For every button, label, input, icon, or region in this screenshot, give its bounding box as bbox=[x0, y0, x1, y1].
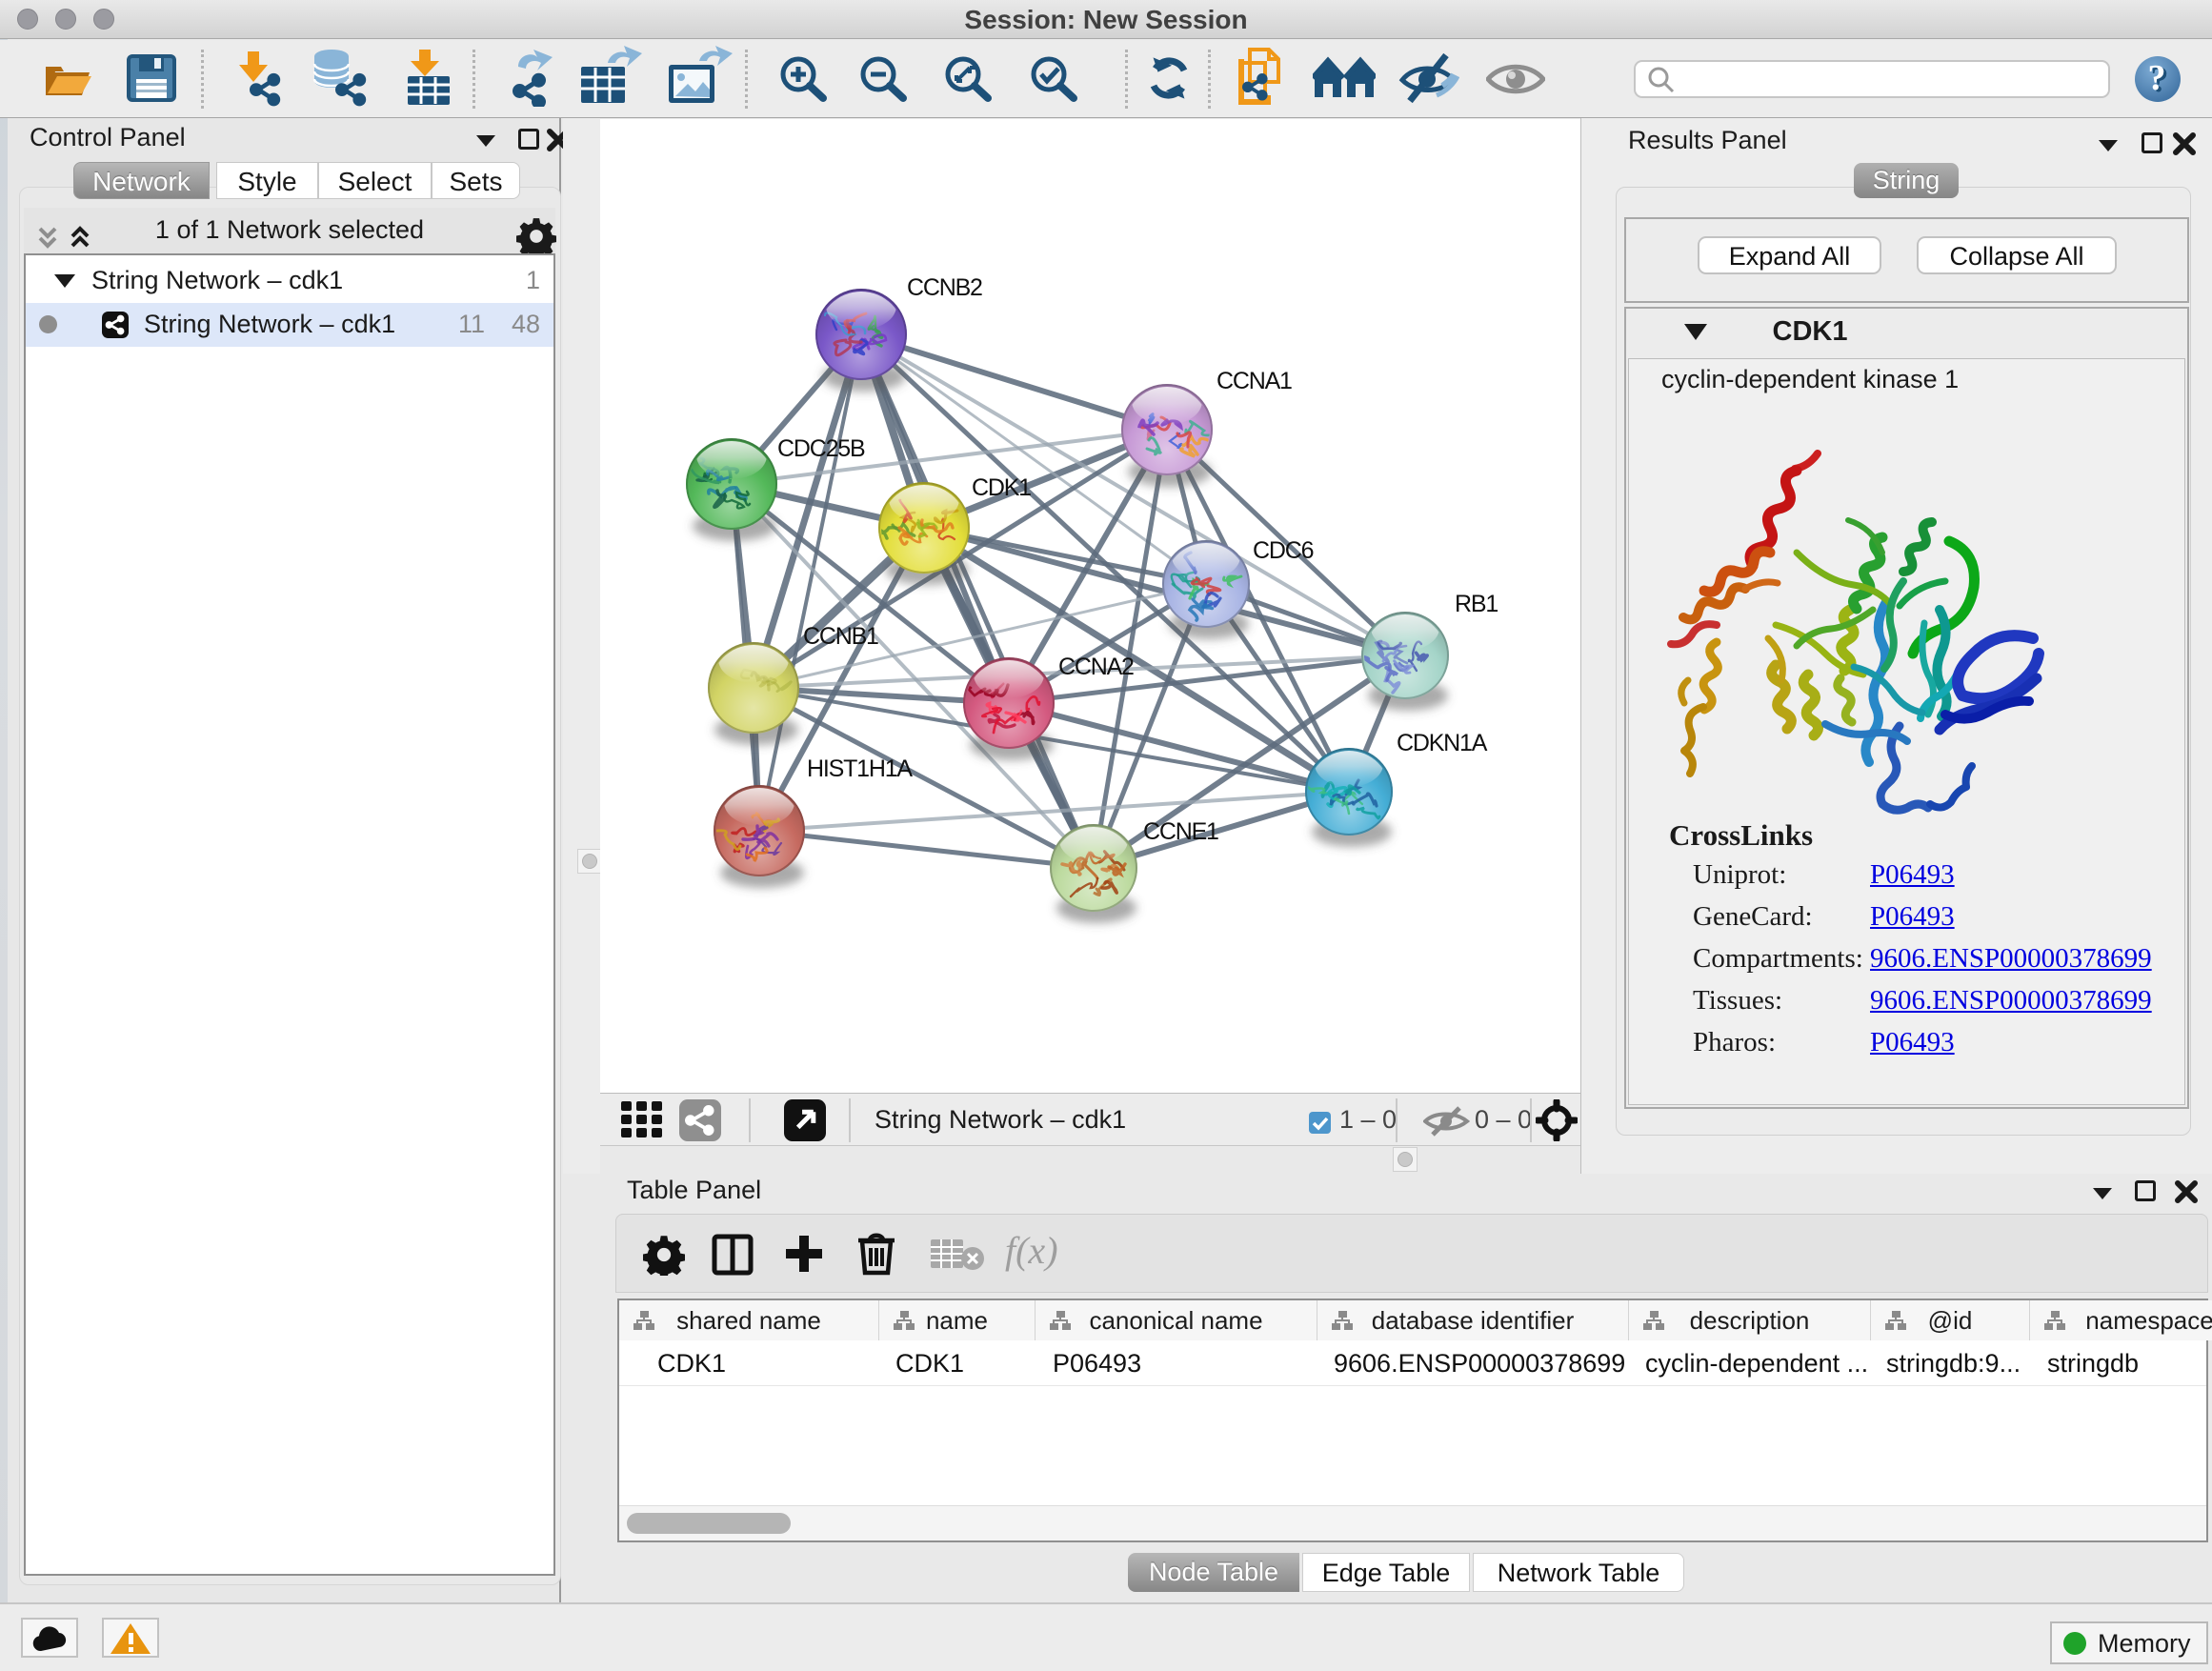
svg-text:CDC25B: CDC25B bbox=[777, 435, 865, 462]
svg-text:CDKN1A: CDKN1A bbox=[1397, 730, 1488, 756]
svg-text:CCNE1: CCNE1 bbox=[1143, 818, 1218, 845]
svg-text:?: ? bbox=[2148, 58, 2166, 98]
svg-text:CCNB2: CCNB2 bbox=[907, 274, 982, 301]
svg-text:HIST1H1A: HIST1H1A bbox=[807, 755, 913, 782]
svg-text:RB1: RB1 bbox=[1455, 591, 1498, 617]
svg-text:CDC6: CDC6 bbox=[1253, 537, 1314, 564]
svg-text:CCNB1: CCNB1 bbox=[803, 623, 878, 650]
svg-text:CCNA2: CCNA2 bbox=[1058, 654, 1134, 680]
svg-text:CCNA1: CCNA1 bbox=[1217, 368, 1292, 394]
svg-text:CDK1: CDK1 bbox=[972, 474, 1031, 501]
